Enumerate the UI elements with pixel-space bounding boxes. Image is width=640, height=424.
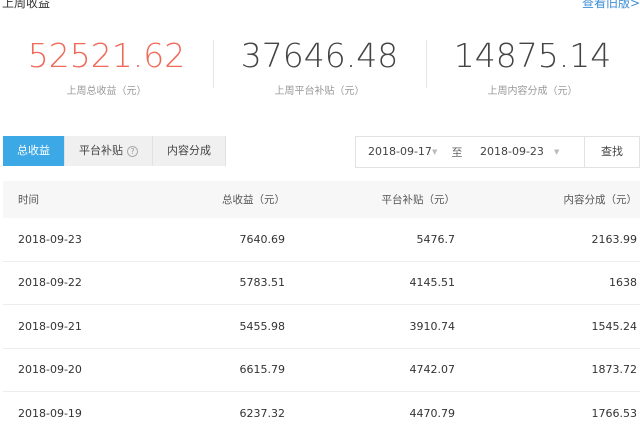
stat-label: 上周总收益（元） — [66, 86, 147, 97]
table-row: 2018-09-22 5783.51 4145.51 1638 — [3, 262, 640, 305]
column-header: 内容分成（元） — [563, 194, 638, 206]
cell-date: 2018-09-22 — [18, 276, 82, 290]
table-row: 2018-09-23 7640.69 5476.7 2163.99 — [3, 218, 640, 262]
stat-value: 37646.48 — [240, 36, 399, 75]
old-version-link[interactable]: 查看旧版> — [582, 0, 640, 11]
end-date-select[interactable]: 2018-09-23 ▼ — [468, 137, 570, 167]
cell-subsidy: 3910.74 — [409, 319, 456, 333]
table-row: 2018-09-20 6615.79 4742.07 1873.72 — [3, 349, 640, 392]
start-date-value: 2018-09-17 — [368, 145, 432, 158]
cell-share: 1766.53 — [591, 406, 638, 420]
cell-total: 6237.32 — [239, 406, 286, 420]
cell-subsidy: 4145.51 — [409, 276, 456, 290]
cell-subsidy: 4470.79 — [409, 406, 456, 420]
search-button[interactable]: 查找 — [584, 137, 639, 167]
stat-content-share: 14875.14 上周内容分成（元） — [426, 32, 639, 97]
stat-value: 14875.14 — [453, 36, 612, 75]
cell-share: 1545.24 — [591, 319, 638, 333]
cell-subsidy: 4742.07 — [409, 363, 456, 377]
stat-platform-subsidy: 37646.48 上周平台补贴（元） — [213, 32, 426, 97]
cell-total: 5783.51 — [239, 276, 286, 290]
section-title: 上周收益 — [2, 0, 51, 10]
stat-total-income: 52521.62 上周总收益（元） — [0, 32, 213, 97]
date-separator: 至 — [451, 146, 463, 159]
tab-label: 平台补贴 — [79, 144, 123, 157]
cell-share: 2163.99 — [591, 232, 638, 246]
income-tabs: 总收益 平台补贴 ? 内容分成 — [3, 136, 226, 166]
column-header: 总收益（元） — [222, 194, 285, 206]
tab-platform-subsidy[interactable]: 平台补贴 ? — [65, 136, 153, 166]
help-icon[interactable]: ? — [127, 145, 138, 157]
cell-share: 1638 — [609, 276, 637, 290]
tab-content-share[interactable]: 内容分成 — [153, 136, 226, 166]
cell-date: 2018-09-19 — [18, 406, 82, 420]
income-table: 时间 总收益（元） 平台补贴（元） 内容分成（元） 2018-09-23 764… — [3, 181, 640, 424]
column-header: 时间 — [18, 194, 39, 206]
caret-down-icon: ▼ — [432, 148, 438, 156]
cell-total: 5455.98 — [239, 319, 286, 333]
stat-label: 上周平台补贴（元） — [274, 86, 365, 97]
tab-total-income[interactable]: 总收益 — [3, 136, 65, 166]
cell-share: 1873.72 — [591, 363, 638, 377]
cell-subsidy: 5476.7 — [416, 232, 456, 246]
table-row: 2018-09-19 6237.32 4470.79 1766.53 — [3, 392, 640, 424]
stat-label: 上周内容分成（元） — [487, 86, 578, 97]
column-header: 平台补贴（元） — [381, 194, 456, 206]
stat-value: 52521.62 — [27, 36, 186, 75]
tab-label: 内容分成 — [167, 144, 211, 157]
end-date-value: 2018-09-23 — [480, 145, 544, 158]
cell-date: 2018-09-20 — [18, 363, 82, 377]
start-date-select[interactable]: 2018-09-17 ▼ — [356, 137, 446, 167]
page-header: 上周收益 查看旧版> — [0, 0, 640, 10]
cell-date: 2018-09-23 — [18, 232, 82, 246]
cell-date: 2018-09-21 — [18, 319, 82, 333]
cell-total: 6615.79 — [239, 363, 286, 377]
weekly-stats: 52521.62 上周总收益（元） 37646.48 上周平台补贴（元） 148… — [0, 32, 640, 112]
date-range-picker: 2018-09-17 ▼ 至 2018-09-23 ▼ 查找 — [355, 136, 640, 168]
cell-total: 7640.69 — [239, 232, 286, 246]
table-row: 2018-09-21 5455.98 3910.74 1545.24 — [3, 305, 640, 349]
caret-down-icon: ▼ — [554, 148, 560, 156]
tab-label: 总收益 — [17, 144, 50, 157]
table-header: 时间 总收益（元） 平台补贴（元） 内容分成（元） — [3, 181, 640, 218]
